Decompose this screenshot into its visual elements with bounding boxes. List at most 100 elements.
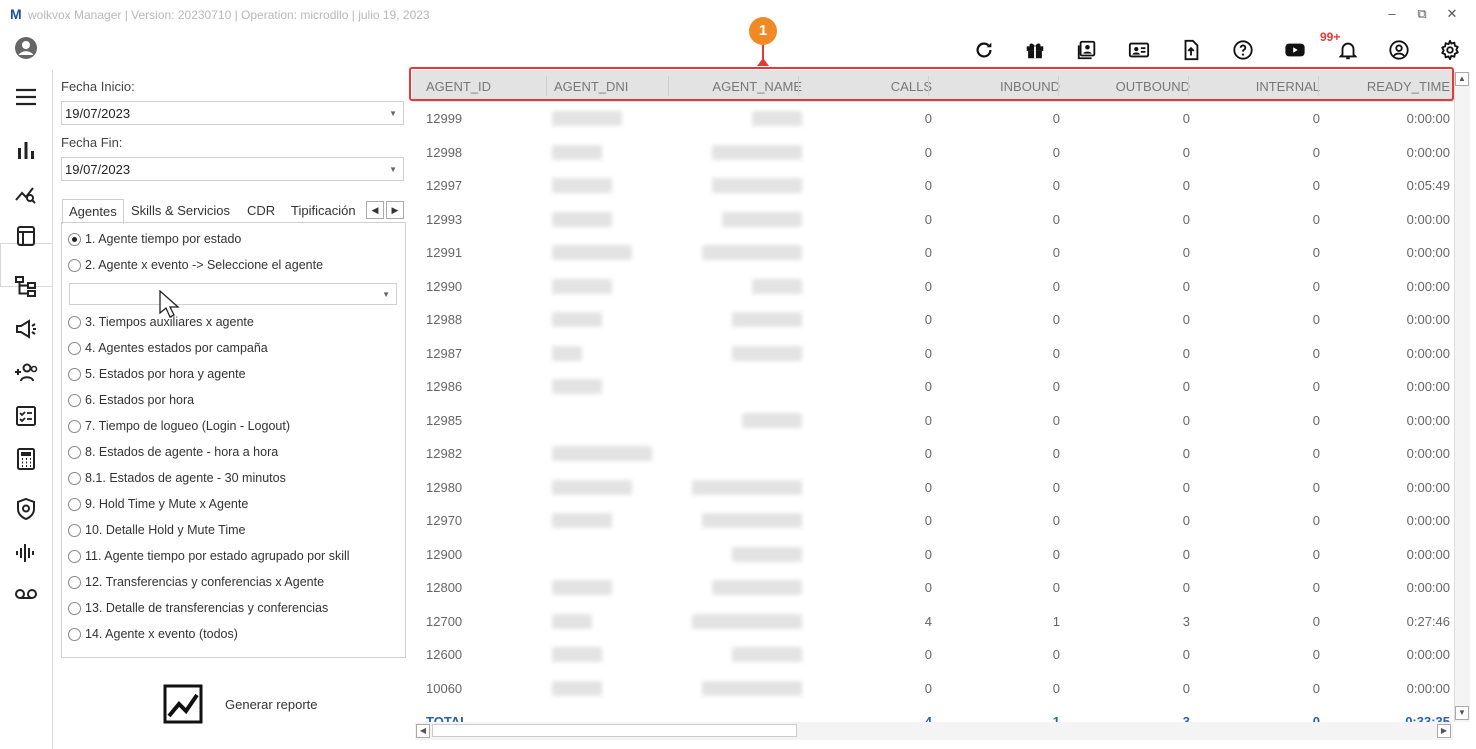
radio-button[interactable] bbox=[68, 601, 81, 615]
add-users-icon[interactable] bbox=[12, 359, 40, 387]
agent-select[interactable]: ▼ bbox=[69, 283, 397, 305]
radio-button[interactable] bbox=[68, 627, 81, 641]
restore-button[interactable]: ⧉ bbox=[1412, 6, 1432, 22]
radio-button[interactable] bbox=[68, 445, 81, 459]
report-option[interactable]: 12. Transferencias y conferencias x Agen… bbox=[68, 575, 324, 589]
profile-avatar-icon[interactable] bbox=[12, 34, 40, 62]
youtube-icon[interactable] bbox=[1283, 38, 1307, 62]
contacts-book-icon[interactable] bbox=[1075, 38, 1099, 62]
radio-button[interactable] bbox=[68, 549, 81, 563]
refresh-icon[interactable] bbox=[972, 38, 996, 62]
shield-icon[interactable] bbox=[12, 495, 40, 523]
table-row[interactable]: 10060 0 0 0 0 0:00:00 bbox=[412, 673, 1454, 706]
report-option[interactable]: 7. Tiempo de logueo (Login - Logout) bbox=[68, 419, 290, 433]
table-row[interactable]: 12970 0 0 0 0 0:00:00 bbox=[412, 505, 1454, 538]
tab-scroll-right-button[interactable]: ▶ bbox=[386, 201, 404, 219]
radio-button[interactable] bbox=[68, 341, 81, 355]
redacted-dni bbox=[552, 111, 622, 126]
audio-wave-icon[interactable] bbox=[12, 539, 40, 567]
flow-diagram-icon[interactable] bbox=[12, 272, 40, 300]
table-row[interactable]: 12997 0 0 0 0 0:05:49 bbox=[412, 170, 1454, 203]
table-row[interactable]: 12986 0 0 0 0 0:00:00 bbox=[412, 371, 1454, 404]
radio-button[interactable] bbox=[68, 575, 81, 589]
calculator-icon[interactable] bbox=[12, 445, 40, 473]
tab-skills-servicios[interactable]: Skills & Servicios bbox=[125, 199, 236, 222]
tab-cdr[interactable]: CDR bbox=[241, 199, 281, 222]
menu-icon[interactable] bbox=[12, 83, 40, 111]
report-option[interactable]: 13. Detalle de transferencias y conferen… bbox=[68, 601, 328, 615]
megaphone-icon[interactable] bbox=[12, 315, 40, 343]
scroll-down-button[interactable]: ▼ bbox=[1455, 706, 1469, 720]
report-option[interactable]: 8. Estados de agente - hora a hora bbox=[68, 445, 278, 459]
radio-button[interactable] bbox=[68, 523, 81, 537]
table-row[interactable]: 12800 0 0 0 0 0:00:00 bbox=[412, 572, 1454, 605]
scroll-left-button[interactable]: ◀ bbox=[416, 724, 430, 738]
redacted-name bbox=[752, 111, 802, 126]
user-account-icon[interactable] bbox=[1387, 38, 1411, 62]
report-option[interactable]: 8.1. Estados de agente - 30 minutos bbox=[68, 471, 286, 485]
report-option[interactable]: 14. Agente x evento (todos) bbox=[68, 627, 238, 641]
radio-button[interactable] bbox=[68, 471, 81, 485]
radio-button[interactable] bbox=[68, 367, 81, 381]
table-row[interactable]: 12988 0 0 0 0 0:00:00 bbox=[412, 304, 1454, 337]
table-row[interactable]: 12900 0 0 0 0 0:00:00 bbox=[412, 539, 1454, 572]
id-card-icon[interactable] bbox=[1127, 38, 1151, 62]
report-option[interactable]: 5. Estados por hora y agente bbox=[68, 367, 246, 381]
report-option[interactable]: 11. Agente tiempo por estado agrupado po… bbox=[68, 549, 350, 563]
redacted-name bbox=[722, 211, 802, 227]
table-row[interactable]: 12980 0 0 0 0 0:00:00 bbox=[412, 472, 1454, 505]
report-option[interactable]: 1. Agente tiempo por estado bbox=[68, 232, 241, 246]
tab-tipificacion[interactable]: Tipificación bbox=[285, 199, 362, 222]
minimize-button[interactable]: – bbox=[1382, 6, 1402, 21]
redacted-dni bbox=[552, 513, 612, 528]
report-option[interactable]: 6. Estados por hora bbox=[68, 393, 194, 407]
radio-button[interactable] bbox=[68, 232, 81, 246]
scroll-up-button[interactable]: ▲ bbox=[1455, 72, 1469, 86]
table-row[interactable]: 12987 0 0 0 0 0:00:00 bbox=[412, 338, 1454, 371]
table-row[interactable]: 12999 0 0 0 0 0:00:00 bbox=[412, 103, 1454, 136]
radio-button[interactable] bbox=[68, 258, 81, 272]
table-row[interactable]: 12998 0 0 0 0 0:00:00 bbox=[412, 137, 1454, 170]
horizontal-scroll-thumb[interactable] bbox=[432, 724, 797, 737]
voicemail-icon[interactable] bbox=[12, 580, 40, 608]
bar-chart-icon[interactable] bbox=[12, 136, 40, 164]
redacted-name bbox=[712, 178, 802, 193]
vertical-scrollbar[interactable]: ▲ ▼ bbox=[1454, 72, 1470, 722]
table-cell: 12600 bbox=[426, 647, 463, 662]
radio-button[interactable] bbox=[68, 419, 81, 433]
tab-scroll-left-button[interactable]: ◀ bbox=[366, 201, 384, 219]
help-icon[interactable] bbox=[1231, 38, 1255, 62]
report-option[interactable]: 10. Detalle Hold y Mute Time bbox=[68, 523, 246, 537]
gear-icon[interactable] bbox=[1438, 38, 1462, 62]
table-row[interactable]: 12982 0 0 0 0 0:00:00 bbox=[412, 438, 1454, 471]
table-row[interactable]: 12985 0 0 0 0 0:00:00 bbox=[412, 405, 1454, 438]
upload-file-icon[interactable] bbox=[1179, 38, 1203, 62]
end-date-select[interactable]: 19/07/2023 ▼ bbox=[61, 157, 404, 181]
table-row[interactable]: 12993 0 0 0 0 0:00:00 bbox=[412, 204, 1454, 237]
checklist-icon[interactable] bbox=[12, 402, 40, 430]
table-cell: 0 bbox=[924, 111, 932, 126]
report-option[interactable]: 2. Agente x evento -> Seleccione el agen… bbox=[68, 258, 323, 272]
table-cell: 0 bbox=[1182, 446, 1190, 461]
app-logo: M bbox=[10, 6, 22, 22]
report-option[interactable]: 9. Hold Time y Mute x Agente bbox=[68, 497, 248, 511]
table-row[interactable]: 12990 0 0 0 0 0:00:00 bbox=[412, 271, 1454, 304]
trend-search-icon[interactable] bbox=[12, 180, 40, 208]
horizontal-scrollbar[interactable]: ◀ ▶ bbox=[415, 722, 1453, 740]
table-row[interactable]: 12991 0 0 0 0 0:00:00 bbox=[412, 237, 1454, 270]
radio-button[interactable] bbox=[68, 393, 81, 407]
table-row[interactable]: 12600 0 0 0 0 0:00:00 bbox=[412, 639, 1454, 672]
tab-agentes[interactable]: Agentes bbox=[62, 199, 124, 224]
report-option[interactable]: 4. Agentes estados por campaña bbox=[68, 341, 268, 355]
chevron-down-icon: ▼ bbox=[382, 290, 390, 299]
generate-report-button[interactable]: Generar reporte bbox=[163, 684, 318, 724]
scroll-right-button[interactable]: ▶ bbox=[1437, 724, 1451, 738]
redacted-name bbox=[732, 647, 802, 662]
reports-document-icon[interactable] bbox=[12, 222, 40, 250]
radio-button[interactable] bbox=[68, 315, 81, 329]
close-button[interactable]: ✕ bbox=[1442, 6, 1462, 22]
gift-icon[interactable] bbox=[1023, 38, 1047, 62]
start-date-select[interactable]: 19/07/2023 ▼ bbox=[61, 101, 404, 125]
radio-button[interactable] bbox=[68, 497, 81, 511]
table-row[interactable]: 12700 4 1 3 0 0:27:46 bbox=[412, 606, 1454, 639]
